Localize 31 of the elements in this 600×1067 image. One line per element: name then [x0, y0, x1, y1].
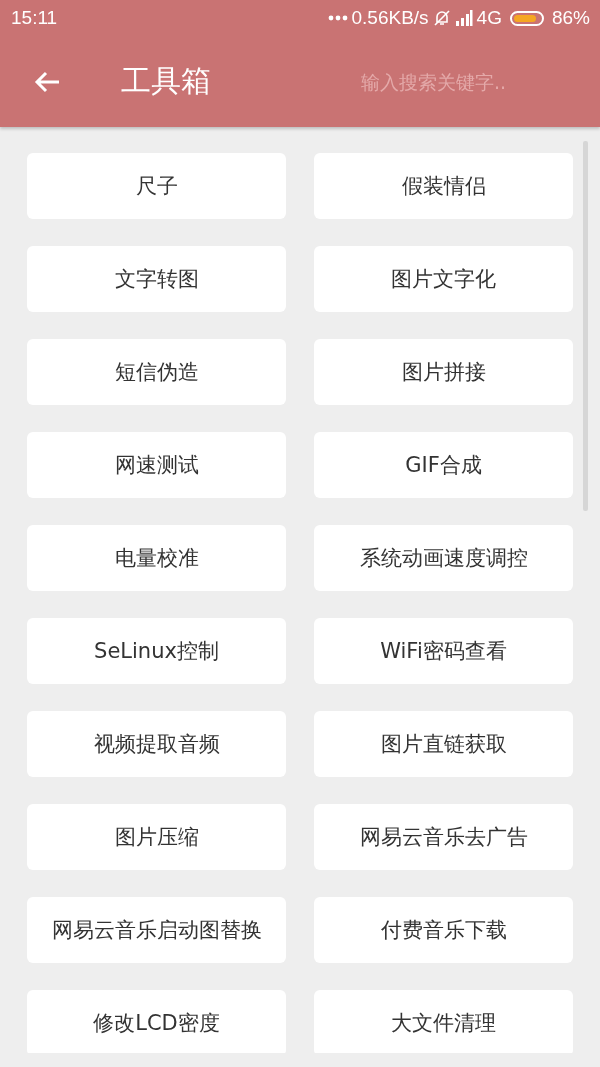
- tool-button[interactable]: WiFi密码查看: [314, 618, 573, 684]
- network-type: 4G: [476, 7, 502, 29]
- tool-button[interactable]: 大文件清理: [314, 990, 573, 1053]
- tool-button[interactable]: 尺子: [27, 153, 286, 219]
- toolbar-title: 工具箱: [121, 62, 211, 100]
- tool-button[interactable]: SeLinux控制: [27, 618, 286, 684]
- back-arrow-icon[interactable]: [33, 69, 61, 94]
- tool-button[interactable]: 图片压缩: [27, 804, 286, 870]
- more-dots-icon: [327, 15, 348, 21]
- tool-button[interactable]: 网易云音乐去广告: [314, 804, 573, 870]
- tool-button[interactable]: 付费音乐下载: [314, 897, 573, 963]
- tool-button[interactable]: 视频提取音频: [27, 711, 286, 777]
- tool-button[interactable]: 短信伪造: [27, 339, 286, 405]
- tool-button[interactable]: 系统动画速度调控: [314, 525, 573, 591]
- scrollbar[interactable]: [583, 141, 588, 511]
- tool-button[interactable]: 图片直链获取: [314, 711, 573, 777]
- tool-button[interactable]: 文字转图: [27, 246, 286, 312]
- muted-bell-icon: [432, 9, 451, 27]
- tool-button[interactable]: GIF合成: [314, 432, 573, 498]
- network-speed: 0.56KB/s: [351, 7, 429, 29]
- battery-percent: 86%: [551, 7, 590, 29]
- tool-button[interactable]: 网速测试: [27, 432, 286, 498]
- tool-button[interactable]: 电量校准: [27, 525, 286, 591]
- battery-icon: [509, 10, 544, 26]
- tool-button[interactable]: 假装情侣: [314, 153, 573, 219]
- status-time: 15:11: [11, 7, 58, 29]
- tool-button[interactable]: 修改LCD密度: [27, 990, 286, 1053]
- tool-button[interactable]: 网易云音乐启动图替换: [27, 897, 286, 963]
- tool-button[interactable]: 图片拼接: [314, 339, 573, 405]
- tool-button[interactable]: 图片文字化: [314, 246, 573, 312]
- signal-icon: [454, 9, 473, 27]
